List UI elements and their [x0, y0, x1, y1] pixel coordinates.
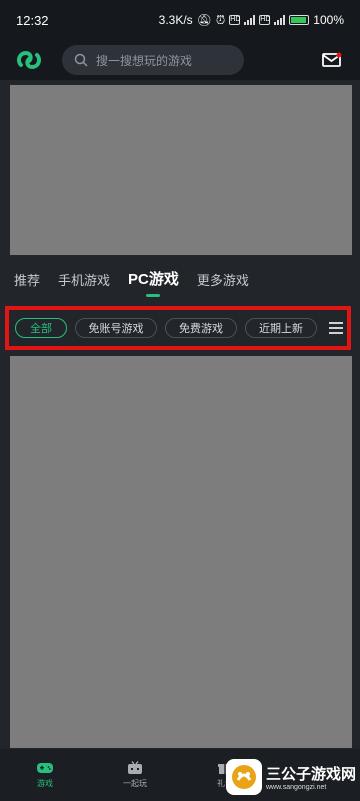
- watermark-logo-icon: [226, 759, 262, 795]
- filter-highlight-box: 全部 免账号游戏 免费游戏 近期上新: [5, 306, 351, 350]
- network-speed: 3.3K/s: [158, 13, 193, 27]
- tab-recommend[interactable]: 推荐: [14, 270, 40, 297]
- site-watermark: 三公子游戏网 www.sangongzi.net: [226, 757, 356, 797]
- battery-icon: [289, 15, 310, 25]
- filter-free[interactable]: 免费游戏: [165, 318, 237, 338]
- watermark-title: 三公子游戏网: [266, 765, 357, 783]
- category-tabs: 推荐 手机游戏 PC游戏 更多游戏: [14, 268, 249, 297]
- game-list-area[interactable]: [10, 356, 352, 748]
- status-bar: 12:32 3.3K/s 🔕︎ ⏰︎ HD HD 100%: [0, 0, 360, 40]
- banner-carousel[interactable]: [10, 85, 352, 255]
- nav-play-together-label: 一起玩: [123, 779, 147, 788]
- status-icons: 3.3K/s 🔕︎ ⏰︎ HD HD 100%: [159, 13, 344, 28]
- watermark-url: www.sangongzi.net: [266, 784, 327, 791]
- nav-games-label: 游戏: [37, 779, 53, 788]
- tab-more-games[interactable]: 更多游戏: [197, 270, 249, 297]
- hd-icon-2: HD: [259, 15, 271, 25]
- battery-percent: 100%: [313, 13, 344, 27]
- alarm-icon: ⏰︎: [215, 12, 226, 27]
- status-time: 12:32: [16, 12, 49, 28]
- mute-icon: 🔕︎: [196, 13, 212, 27]
- mail-button[interactable]: [318, 46, 346, 74]
- app-header: 搜一搜想玩的游戏: [0, 40, 360, 80]
- hd-icon: HD: [229, 15, 241, 25]
- nav-play-together[interactable]: 一起玩: [90, 761, 180, 789]
- signal-icon-2: [274, 15, 286, 25]
- app-logo-icon[interactable]: [14, 45, 44, 75]
- tv-icon: [128, 761, 142, 774]
- mail-icon: [322, 52, 342, 67]
- tab-pc-games[interactable]: PC游戏: [128, 268, 179, 297]
- filter-no-account[interactable]: 免账号游戏: [75, 318, 157, 338]
- search-icon: [74, 53, 88, 67]
- filter-new[interactable]: 近期上新: [245, 318, 317, 338]
- menu-icon[interactable]: [329, 322, 343, 334]
- nav-games[interactable]: 游戏: [0, 761, 90, 789]
- filter-bar: 全部 免账号游戏 免费游戏 近期上新: [9, 310, 347, 346]
- search-input[interactable]: 搜一搜想玩的游戏: [62, 45, 244, 75]
- filter-all[interactable]: 全部: [15, 318, 67, 338]
- tab-mobile-games[interactable]: 手机游戏: [58, 270, 110, 297]
- signal-icon: [244, 15, 256, 25]
- search-placeholder: 搜一搜想玩的游戏: [96, 53, 193, 68]
- gamepad-icon: [37, 763, 53, 773]
